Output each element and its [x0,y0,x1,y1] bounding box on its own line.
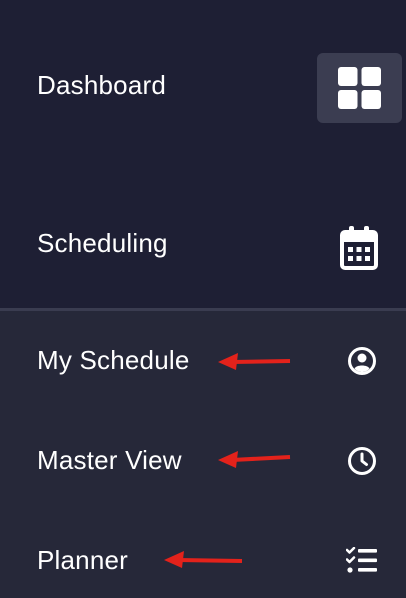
nav-item-scheduling[interactable]: Scheduling [0,218,406,278]
main-nav-section: Dashboard Scheduling [0,0,406,308]
grid-icon [338,67,381,109]
nav-item-dashboard[interactable]: Dashboard [0,50,406,130]
scheduling-submenu: My Schedule Master View Planner [0,311,406,598]
nav-item-scheduling-label: Scheduling [37,228,168,258]
annotation-arrow [218,353,291,370]
nav-item-my-schedule-label: My Schedule [37,345,190,375]
annotation-arrow [218,451,291,468]
nav-item-my-schedule[interactable]: My Schedule [0,336,406,386]
calendar-icon [340,226,378,270]
annotation-arrow [164,551,243,568]
nav-item-planner[interactable]: Planner [0,536,406,586]
sidebar-nav: Dashboard Scheduling My Schedule Master … [0,0,406,598]
nav-item-dashboard-label: Dashboard [37,70,166,100]
checklist-icon [346,547,377,573]
nav-item-master-view-label: Master View [37,445,182,475]
user-circle-icon [348,347,376,375]
dashboard-icon-button[interactable] [317,53,402,123]
nav-item-planner-label: Planner [37,545,129,575]
nav-item-master-view[interactable]: Master View [0,436,406,486]
clock-icon [348,447,376,475]
